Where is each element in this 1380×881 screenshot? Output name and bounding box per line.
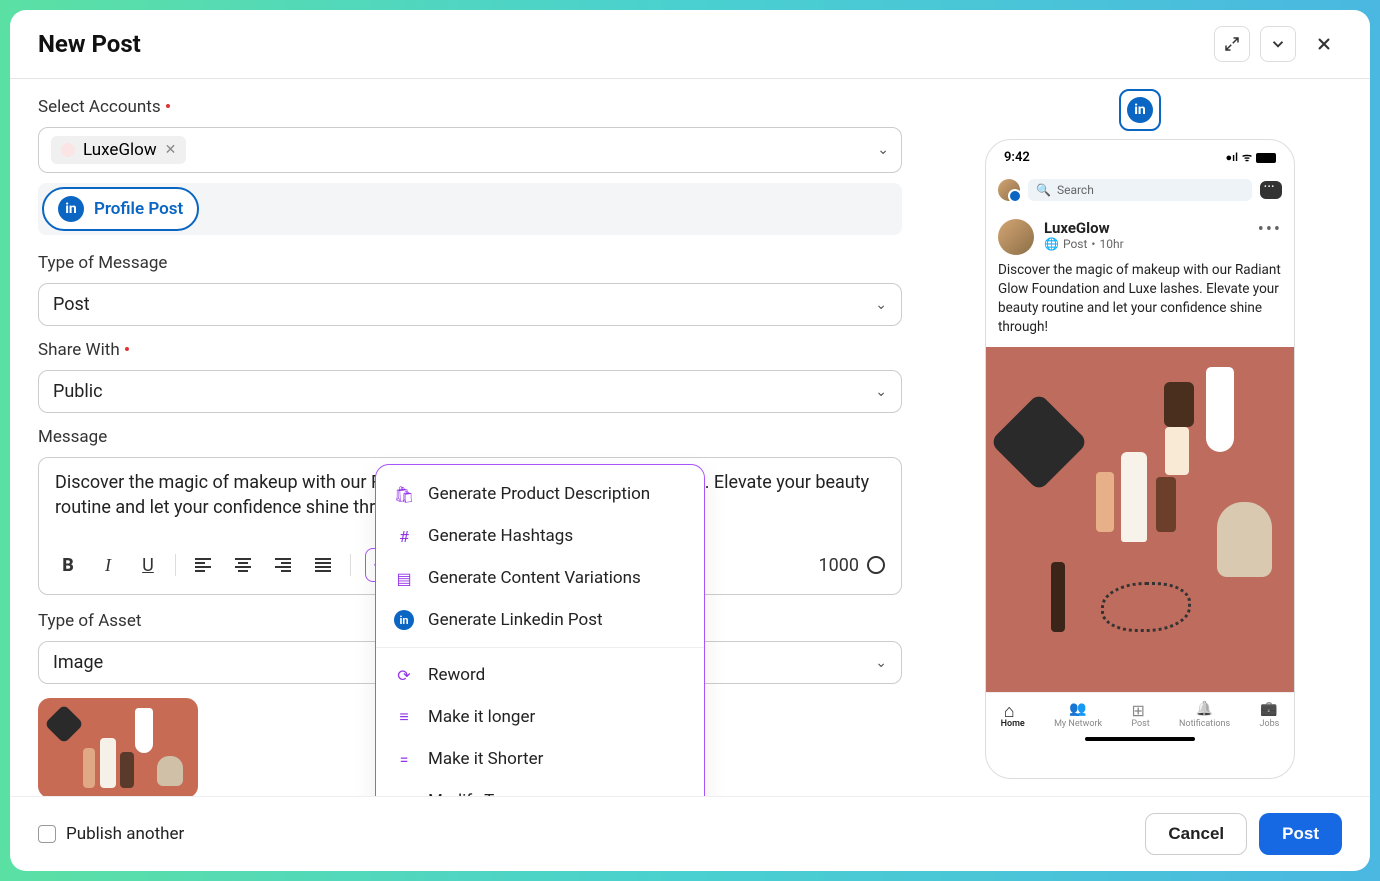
checkbox-icon: [38, 825, 56, 843]
refresh-icon: ⟳: [394, 665, 414, 685]
post-image: [986, 347, 1294, 692]
linkedin-icon: in: [58, 196, 84, 222]
home-indicator: [1085, 737, 1195, 741]
cancel-button[interactable]: Cancel: [1145, 813, 1247, 855]
phone-nav: Home My Network Post Notifications: [986, 692, 1294, 733]
battery-icon: [1256, 153, 1276, 163]
form-panel: Select Accounts LuxeGlow ✕ ⌄ in Profile …: [10, 79, 930, 796]
collapse-button[interactable]: [1260, 26, 1296, 62]
chevron-right-icon: ›: [682, 793, 686, 796]
account-avatar-icon: [61, 143, 75, 157]
share-with-select[interactable]: Public ⌄: [38, 370, 902, 413]
linkedin-icon: in: [1127, 97, 1153, 123]
bold-button[interactable]: B: [55, 552, 81, 578]
bag-icon: 🛍: [394, 484, 414, 504]
nav-post[interactable]: Post: [1131, 701, 1149, 729]
signal-icon: ●ıl: [1226, 151, 1238, 164]
accounts-select[interactable]: LuxeGlow ✕ ⌄: [38, 127, 902, 173]
type-of-message-select[interactable]: Post ⌄: [38, 283, 902, 326]
underline-button[interactable]: U: [135, 552, 161, 578]
nav-jobs[interactable]: Jobs: [1259, 701, 1279, 729]
post-author: LuxeGlow: [1044, 219, 1124, 237]
chevron-down-icon: ⌄: [875, 384, 887, 400]
nav-home[interactable]: Home: [1001, 701, 1025, 729]
remove-chip-icon[interactable]: ✕: [165, 142, 177, 158]
messages-icon[interactable]: [1260, 181, 1282, 199]
publish-another-checkbox[interactable]: Publish another: [38, 824, 184, 844]
ai-generate-linkedin-post[interactable]: in Generate Linkedin Post: [376, 599, 704, 641]
post-options-icon[interactable]: •••: [1258, 219, 1282, 240]
modal-footer: Publish another Cancel Post: [10, 796, 1370, 871]
ai-modify-tone[interactable]: ☺ Modify Tone ›: [376, 780, 704, 796]
ai-generate-product-description[interactable]: 🛍 Generate Product Description: [376, 473, 704, 515]
align-center-button[interactable]: [230, 552, 256, 578]
expand-icon: [1223, 35, 1241, 53]
globe-icon: 🌐: [1044, 237, 1059, 251]
nav-network[interactable]: My Network: [1054, 701, 1102, 729]
status-icons: ●ıl ᯤ: [1226, 150, 1277, 165]
smile-icon: ☺: [394, 791, 414, 796]
briefcase-icon: [1260, 701, 1278, 717]
home-icon: [1004, 701, 1022, 717]
message-label: Message: [38, 427, 902, 447]
modal-header: New Post: [10, 10, 1370, 79]
share-with-label: Share With: [38, 340, 902, 360]
nav-notifications[interactable]: Notifications: [1179, 701, 1230, 729]
preview-platform-linkedin[interactable]: in: [1119, 89, 1161, 131]
asset-thumbnail[interactable]: [38, 698, 198, 796]
chevron-down-icon: [1269, 35, 1287, 53]
expand-button[interactable]: [1214, 26, 1250, 62]
align-left-button[interactable]: [190, 552, 216, 578]
accounts-label: Select Accounts: [38, 97, 902, 117]
ai-assist-menu: 🛍 Generate Product Description # Generat…: [375, 464, 705, 796]
post-icon: [1132, 701, 1150, 717]
separator: [350, 554, 351, 576]
post-meta: 🌐 Post • 10hr: [1044, 237, 1124, 251]
ai-generate-content-variations[interactable]: ▤ Generate Content Variations: [376, 557, 704, 599]
close-icon: [1314, 34, 1334, 54]
char-count: 1000: [819, 555, 885, 576]
ai-generate-hashtags[interactable]: # Generate Hashtags: [376, 515, 704, 557]
search-input[interactable]: 🔍 Search: [1028, 179, 1252, 201]
italic-button[interactable]: I: [95, 552, 121, 578]
modal-title: New Post: [38, 30, 141, 58]
chevron-down-icon: ⌄: [877, 142, 889, 158]
chevron-down-icon: ⌄: [875, 655, 887, 671]
ai-make-shorter[interactable]: = Make it Shorter: [376, 738, 704, 780]
search-icon: 🔍: [1036, 183, 1051, 197]
new-post-modal: New Post Select Accounts LuxeGlow ✕ ⌄: [10, 10, 1370, 871]
network-icon: [1069, 701, 1087, 717]
phone-status-bar: 9:42 ●ıl ᯤ: [986, 140, 1294, 175]
account-chip[interactable]: LuxeGlow ✕: [51, 136, 186, 164]
ai-reword[interactable]: ⟳ Reword: [376, 654, 704, 696]
post-text: Discover the magic of makeup with our Ra…: [986, 261, 1294, 347]
profile-post-badge[interactable]: in Profile Post: [42, 187, 199, 231]
type-of-message-label: Type of Message: [38, 253, 902, 273]
hashtag-icon: #: [394, 526, 414, 546]
avatar[interactable]: [998, 179, 1020, 201]
ai-make-longer[interactable]: ≡ Make it longer: [376, 696, 704, 738]
align-justify-button[interactable]: [310, 552, 336, 578]
char-limit-icon: [867, 556, 885, 574]
linkedin-icon: in: [394, 610, 414, 630]
bell-icon: [1196, 701, 1214, 717]
wifi-icon: ᯤ: [1242, 150, 1252, 165]
avatar: [998, 219, 1034, 255]
chevron-down-icon: ⌄: [875, 297, 887, 313]
separator: [175, 554, 176, 576]
expand-lines-icon: ≡: [394, 707, 414, 727]
phone-preview: 9:42 ●ıl ᯤ 🔍 Search: [985, 139, 1295, 779]
post-button[interactable]: Post: [1259, 813, 1342, 855]
align-right-button[interactable]: [270, 552, 296, 578]
list-icon: ▤: [394, 568, 414, 588]
collapse-lines-icon: =: [394, 749, 414, 769]
preview-panel: in 9:42 ●ıl ᯤ 🔍: [930, 79, 1370, 796]
close-button[interactable]: [1306, 26, 1342, 62]
